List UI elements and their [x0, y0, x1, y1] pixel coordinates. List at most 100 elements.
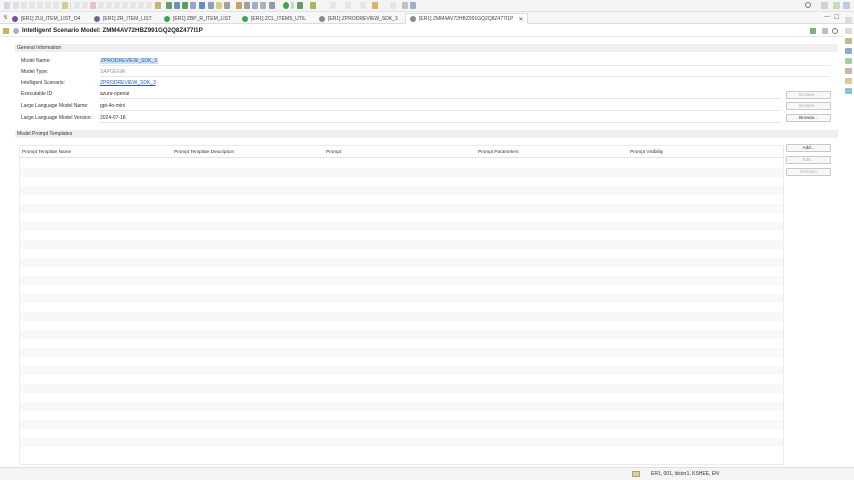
- table-row[interactable]: [20, 429, 783, 438]
- help-icon[interactable]: [832, 28, 838, 34]
- table-row[interactable]: [20, 384, 783, 393]
- column-header-prompt-visibility[interactable]: Prompt Visibility: [630, 149, 663, 154]
- properties-icon[interactable]: [845, 58, 852, 64]
- table-row[interactable]: [20, 321, 783, 330]
- bulb-icon[interactable]: [216, 2, 222, 9]
- step-return-icon[interactable]: [114, 2, 120, 9]
- nav-back-icon[interactable]: [330, 2, 336, 9]
- intelligent-scenario-link[interactable]: ZPRODREVIEW_SDK_3: [100, 80, 156, 86]
- bookmarks-icon[interactable]: [845, 78, 852, 84]
- search-doc-icon[interactable]: [252, 2, 258, 9]
- table-row[interactable]: [20, 213, 783, 222]
- package-icon[interactable]: [166, 2, 172, 9]
- tab-zui-item-list-o4[interactable]: [ER1] ZUI_ITEM_LIST_O4: [12, 13, 80, 24]
- table-row[interactable]: [20, 447, 783, 456]
- table-row[interactable]: [20, 357, 783, 366]
- table-row[interactable]: [20, 276, 783, 285]
- table-row[interactable]: [20, 375, 783, 384]
- table-row[interactable]: [20, 258, 783, 267]
- table-row[interactable]: [20, 177, 783, 186]
- table-icon[interactable]: [208, 2, 214, 9]
- browse-executable-button[interactable]: Browse...: [786, 91, 831, 99]
- table-row[interactable]: [20, 159, 783, 168]
- debug-icon[interactable]: [269, 2, 275, 9]
- executable-id-field[interactable]: azure-openai: [100, 91, 129, 97]
- close-icon[interactable]: ✕: [518, 16, 523, 23]
- pin-icon[interactable]: [402, 2, 408, 9]
- table-row[interactable]: [20, 411, 783, 420]
- column-header-prompt-parameters[interactable]: Prompt Parameters: [478, 149, 519, 154]
- layout-icon[interactable]: [821, 2, 828, 9]
- print-icon[interactable]: [29, 2, 35, 9]
- object-icon[interactable]: [174, 2, 180, 9]
- interface-icon[interactable]: [190, 2, 196, 9]
- transport-icon[interactable]: [244, 2, 250, 9]
- step-over-icon[interactable]: [106, 2, 112, 9]
- transport-organizer-icon[interactable]: [845, 88, 852, 94]
- new-icon[interactable]: [4, 2, 10, 9]
- wand-icon[interactable]: [62, 2, 68, 9]
- nav-forward-icon[interactable]: [345, 2, 351, 9]
- minimize-icon[interactable]: [845, 17, 852, 23]
- column-header-template-name[interactable]: Prompt Template Name: [22, 149, 71, 154]
- model-name-value[interactable]: ZPRODREVIEW_SDK_3: [100, 58, 158, 64]
- restore-icon[interactable]: [845, 28, 852, 34]
- table-row[interactable]: [20, 240, 783, 249]
- save-all-icon[interactable]: [21, 2, 27, 9]
- table-row[interactable]: [20, 168, 783, 177]
- tab-zbp-r-item-list[interactable]: [ER1] ZBP_R_ITEM_LIST: [164, 13, 231, 24]
- table-row[interactable]: [20, 420, 783, 429]
- prompt-templates-table[interactable]: Prompt Template Name Prompt Template Des…: [19, 145, 784, 465]
- table-row[interactable]: [20, 186, 783, 195]
- table-row[interactable]: [20, 312, 783, 321]
- history-back-icon[interactable]: [372, 2, 378, 9]
- last-edit-icon[interactable]: [360, 2, 366, 9]
- table-row[interactable]: [20, 339, 783, 348]
- table-row[interactable]: [20, 285, 783, 294]
- view-menu-icon[interactable]: ↯: [3, 14, 8, 21]
- maximize-icon[interactable]: ☐: [834, 14, 839, 21]
- undo-icon[interactable]: [37, 2, 43, 9]
- history-forward-icon[interactable]: [390, 2, 396, 9]
- tab-zprodreview-sdk-3[interactable]: [ER1] ZPRODREVIEW_SDK_3: [319, 13, 398, 24]
- run-icon[interactable]: [283, 2, 289, 9]
- activate-icon[interactable]: [810, 28, 816, 34]
- minimize-icon[interactable]: —: [824, 14, 830, 20]
- column-header-template-description[interactable]: Prompt Template Description: [174, 149, 234, 154]
- cut-icon[interactable]: [53, 2, 59, 9]
- tab-zr-item-list[interactable]: [ER1] ZR_ITEM_LIST: [94, 13, 152, 24]
- run-dropdown-icon[interactable]: [291, 2, 294, 9]
- class-icon[interactable]: [182, 2, 188, 9]
- globe-icon[interactable]: [199, 2, 205, 9]
- back-icon[interactable]: [74, 2, 80, 9]
- table-row[interactable]: [20, 348, 783, 357]
- table-row[interactable]: [20, 267, 783, 276]
- wrench-icon[interactable]: [155, 2, 161, 9]
- table-row[interactable]: [20, 294, 783, 303]
- format-icon[interactable]: [146, 2, 152, 9]
- step-icon[interactable]: [98, 2, 104, 9]
- llm-version-field[interactable]: 2024-07-18: [100, 115, 126, 121]
- record-icon[interactable]: [90, 2, 96, 9]
- table-row[interactable]: [20, 366, 783, 375]
- terminal-icon[interactable]: [122, 2, 128, 9]
- project-explorer-icon[interactable]: [845, 38, 852, 44]
- open-perspective-icon[interactable]: [410, 2, 416, 9]
- table-row[interactable]: [20, 222, 783, 231]
- edit-icon[interactable]: [822, 28, 828, 34]
- table-row[interactable]: [20, 249, 783, 258]
- table-row[interactable]: [20, 195, 783, 204]
- perspective-abap-icon[interactable]: [833, 2, 840, 9]
- link-icon[interactable]: [130, 2, 136, 9]
- tab-zmm4av72-model[interactable]: [ER1] ZMM4AV72HBZ991GQ2Q8Z477I1P ✕: [405, 13, 529, 24]
- link-editor-icon[interactable]: [3, 28, 9, 34]
- save-icon[interactable]: [13, 2, 19, 9]
- grid-icon[interactable]: [224, 2, 230, 9]
- table-row[interactable]: [20, 393, 783, 402]
- table-row[interactable]: [20, 330, 783, 339]
- problems-icon[interactable]: [845, 68, 852, 74]
- tab-zcl-items-util[interactable]: [ER1] ZCL_ITEMS_UTIL: [242, 13, 306, 24]
- outline-icon[interactable]: [845, 48, 852, 54]
- forward-icon[interactable]: [82, 2, 88, 9]
- external-tools-icon[interactable]: [297, 2, 303, 9]
